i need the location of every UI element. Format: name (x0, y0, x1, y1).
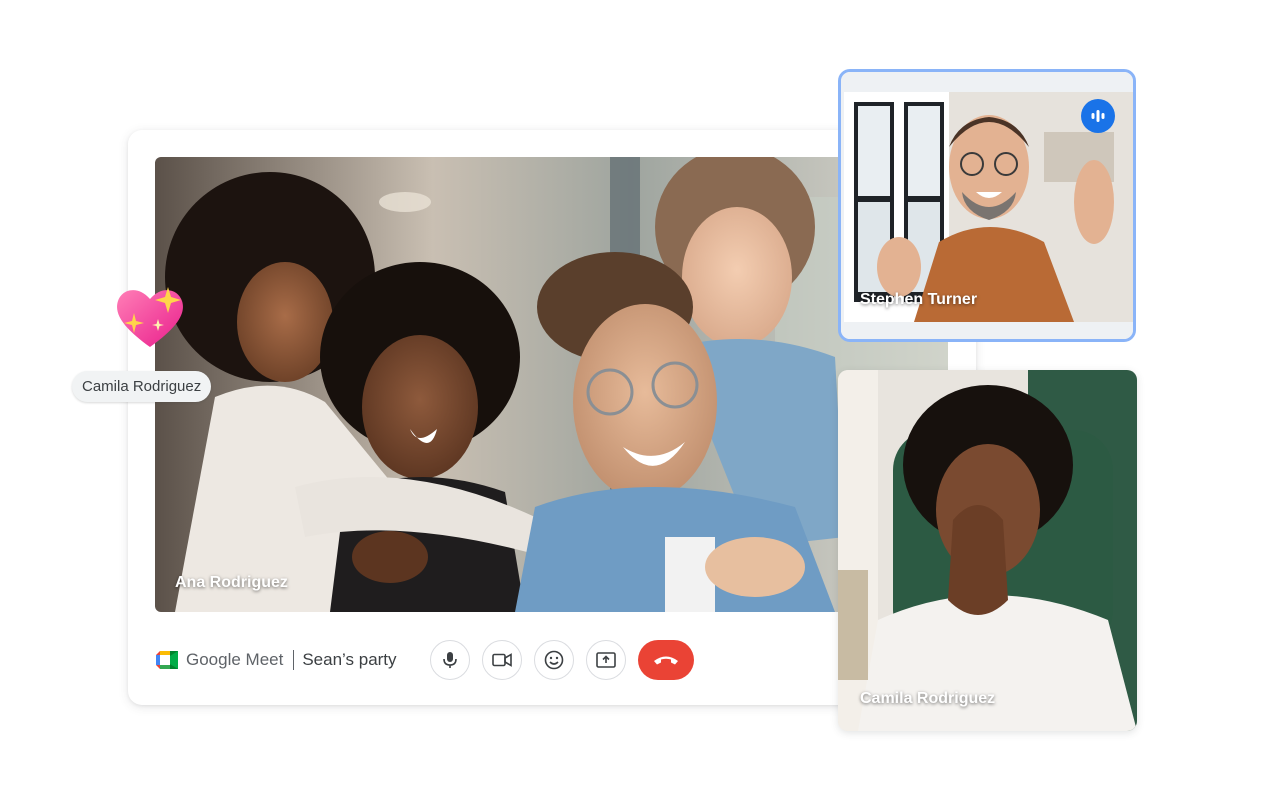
participant-tile-camila[interactable] (838, 370, 1137, 731)
main-video-tile[interactable] (155, 157, 948, 612)
camera-button[interactable] (482, 640, 522, 680)
title-divider (293, 650, 295, 670)
participant-name-camila: Camila Rodriguez (860, 690, 996, 707)
leave-call-button[interactable] (638, 640, 694, 680)
audio-level-icon (1091, 110, 1105, 122)
present-screen-icon (596, 652, 616, 668)
main-video-participant-name: Ana Rodriguez (175, 574, 288, 591)
brand-name: Google Meet (186, 650, 284, 669)
reactions-button[interactable] (534, 640, 574, 680)
present-button[interactable] (586, 640, 626, 680)
participant-video-image (838, 370, 1137, 731)
videocam-icon (492, 653, 512, 667)
reaction-sender-chip: Camila Rodriguez (72, 371, 212, 402)
participant-name-stephen: Stephen Turner (860, 291, 978, 308)
sparkling-heart-icon (112, 283, 188, 351)
call-end-icon (654, 656, 678, 665)
video-frame-image (155, 157, 948, 612)
microphone-button[interactable] (430, 640, 470, 680)
google-meet-logo-icon (156, 651, 178, 669)
reaction-sender-name: Camila Rodriguez (82, 378, 202, 395)
emoji-icon (544, 650, 564, 670)
speaking-indicator (1081, 99, 1115, 133)
mic-icon (443, 652, 457, 668)
meeting-title: Sean’s party (302, 650, 397, 669)
meeting-info-bar: Google Meet Sean’s party (156, 638, 397, 682)
